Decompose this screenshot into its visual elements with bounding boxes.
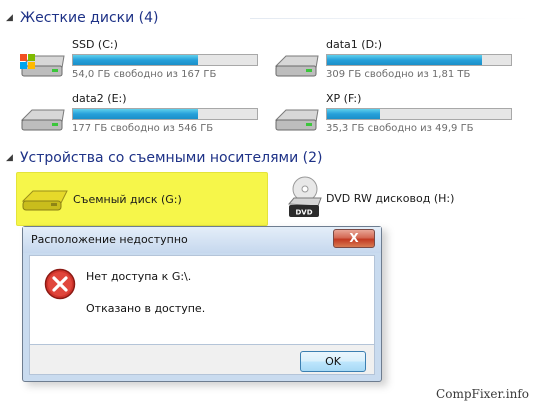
drive-usage-fill (73, 109, 199, 119)
error-dialog: Расположение недоступно X Нет доступа к … (22, 226, 382, 382)
error-icon (44, 268, 76, 300)
dialog-footer: OK (29, 345, 375, 375)
drive-free-text: 54,0 ГБ свободно из 167 ГБ (72, 69, 217, 80)
dvd-drive-icon: DVD (288, 176, 322, 217)
hard-drives-group-title: Жесткие диски (4) (20, 10, 159, 26)
drive-usage-fill (73, 55, 199, 65)
error-message: Нет доступа к G:\. (86, 270, 192, 283)
hard-drives-group-header[interactable]: ◢ Жесткие диски (4) (6, 8, 158, 28)
collapse-chevron-icon[interactable]: ◢ (6, 13, 20, 23)
hard-drive-icon (274, 55, 319, 77)
removable-drive-g[interactable]: Съемный диск (G:) (16, 172, 268, 226)
drive-name: data1 (D:) (326, 38, 383, 51)
close-button[interactable]: X (333, 229, 375, 248)
dvd-drive-h[interactable]: DVD DVD RW дисковод (H:) (286, 176, 526, 224)
device-name: Съемный диск (G:) (73, 193, 182, 206)
drive-usage-fill (327, 55, 482, 65)
hard-drive-icon (20, 109, 65, 131)
drive-free-text: 177 ГБ свободно из 546 ГБ (72, 123, 214, 134)
dialog-title: Расположение недоступно (31, 233, 188, 246)
removable-group-header[interactable]: ◢ Устройства со съемными носителями (2) (6, 148, 322, 168)
drive-usage-bar (72, 54, 258, 66)
drive-usage-bar (326, 54, 512, 66)
removable-group-title: Устройства со съемными носителями (2) (20, 150, 323, 166)
drive-free-text: 35,3 ГБ свободно из 49,9 ГБ (326, 123, 474, 134)
watermark: CompFixer.info (436, 387, 529, 401)
drive-usage-fill (327, 109, 381, 119)
system-drive-icon (20, 54, 65, 77)
drive-name: data2 (E:) (72, 92, 127, 105)
drive-name: SSD (C:) (72, 38, 118, 51)
ok-button[interactable]: OK (300, 351, 366, 372)
device-name: DVD RW дисковод (H:) (326, 192, 455, 205)
error-detail: Отказано в доступе. (86, 302, 206, 315)
collapse-chevron-icon[interactable]: ◢ (6, 153, 20, 163)
usb-drive-icon (21, 190, 68, 211)
dialog-body: Нет доступа к G:\. Отказано в доступе. (29, 255, 375, 345)
drive-usage-bar (326, 108, 512, 120)
drive-free-text: 309 ГБ свободно из 1,81 ТБ (326, 69, 471, 80)
drive-name: XP (F:) (326, 92, 362, 105)
dvd-badge: DVD (295, 209, 312, 217)
drive-usage-bar (72, 108, 258, 120)
hard-drive-icon (274, 109, 319, 131)
dialog-titlebar[interactable]: Расположение недоступно X (23, 227, 381, 253)
